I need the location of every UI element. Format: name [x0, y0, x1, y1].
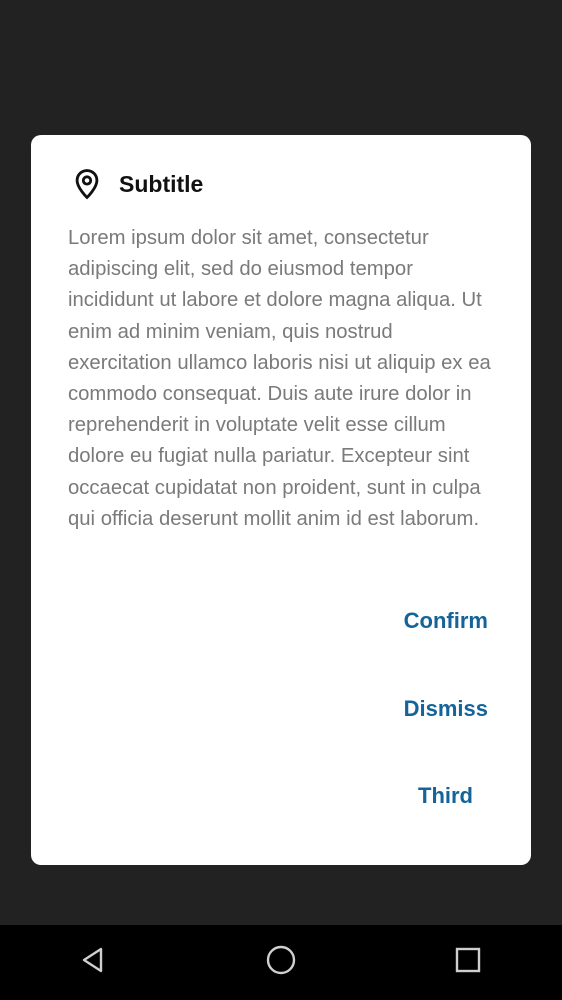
dialog-header: Subtitle [69, 166, 203, 202]
back-triangle-icon [80, 946, 108, 979]
third-button[interactable]: Third [418, 782, 473, 810]
dialog: Subtitle Lorem ipsum dolor sit amet, con… [31, 135, 531, 865]
recents-button[interactable] [428, 925, 508, 1000]
dialog-title: Subtitle [119, 171, 204, 197]
home-circle-icon [265, 944, 297, 981]
back-button[interactable] [54, 925, 134, 1000]
dismiss-button[interactable]: Dismiss [404, 695, 488, 723]
location-pin-icon [69, 166, 105, 202]
navigation-bar [0, 925, 562, 1000]
home-button[interactable] [241, 925, 321, 1000]
dialog-body-text: Lorem ipsum dolor sit amet, consectetur … [68, 227, 491, 530]
confirm-button[interactable]: Confirm [404, 607, 488, 635]
recents-square-icon [454, 946, 482, 979]
screen-background: Subtitle Lorem ipsum dolor sit amet, con… [0, 0, 562, 925]
